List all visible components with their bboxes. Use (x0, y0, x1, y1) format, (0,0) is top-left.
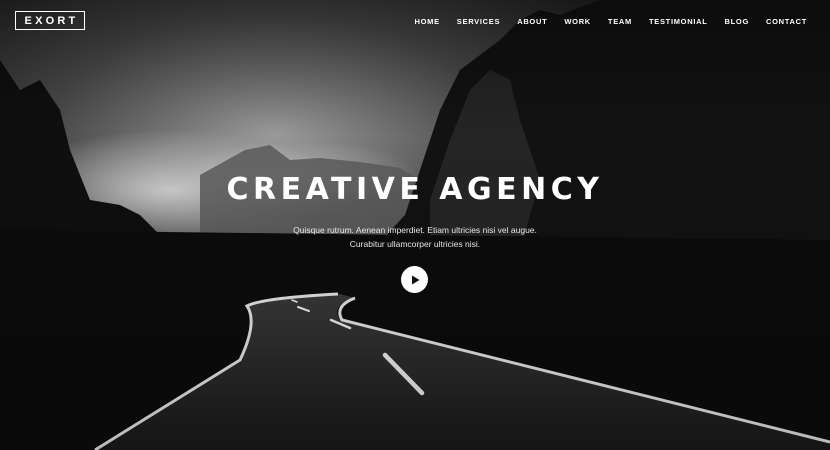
hero-headline: CREATIVE AGENCY (226, 172, 604, 207)
brand-logo[interactable]: EXORT (15, 11, 85, 30)
nav-item-team[interactable]: TEAM (608, 17, 632, 26)
nav-item-services[interactable]: SERVICES (457, 17, 500, 26)
nav-item-blog[interactable]: BLOG (725, 17, 749, 26)
main-menu: HOME SERVICES ABOUT WORK TEAM TESTIMONIA… (414, 17, 807, 26)
hero-subtext-line-2: Curabitur ullamcorper ultricies nisi. (349, 239, 481, 249)
nav-item-work[interactable]: WORK (564, 17, 591, 26)
nav-item-home[interactable]: HOME (414, 17, 439, 26)
top-navigation: EXORT HOME SERVICES ABOUT WORK TEAM TEST… (0, 0, 830, 46)
play-icon (411, 275, 419, 284)
hero-subtext-line-1: Quisque rutrum. Aenean imperdiet. Etiam … (293, 225, 537, 235)
nav-item-contact[interactable]: CONTACT (766, 17, 807, 26)
hero-subtext: Quisque rutrum. Aenean imperdiet. Etiam … (0, 223, 830, 251)
play-video-button[interactable] (401, 266, 428, 293)
nav-item-about[interactable]: ABOUT (517, 17, 547, 26)
nav-item-testimonial[interactable]: TESTIMONIAL (649, 17, 708, 26)
